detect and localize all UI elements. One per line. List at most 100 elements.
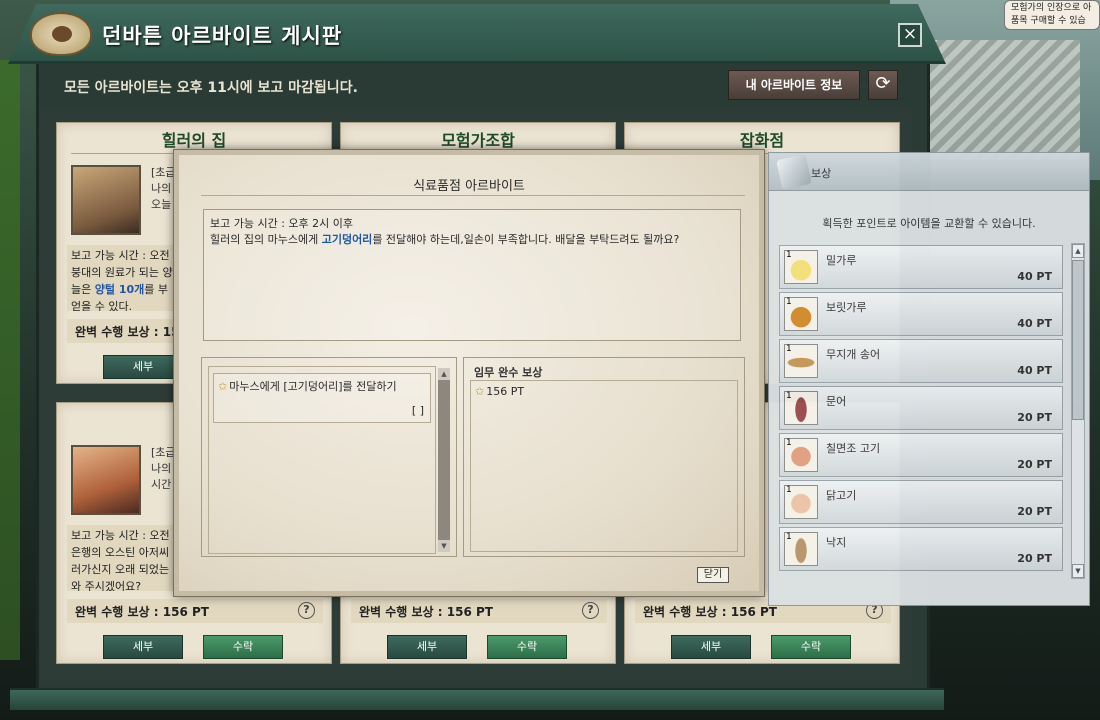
task-text: 마누스에게 [고기덩어리]를 전달하기 — [229, 380, 397, 393]
item-price: 40 PT — [1017, 364, 1052, 377]
item-name: 보릿가루 — [826, 301, 867, 314]
shop-item-list: 1 밀가루 40 PT 1 보릿가루 40 PT 1 무지개 송어 40 PT … — [779, 245, 1063, 575]
npc-speech-bubble: 모험가의 인장으로 아 품목 구매할 수 있습 — [1004, 0, 1100, 30]
shop-scrollbar[interactable]: ▲ ▼ — [1071, 243, 1085, 579]
description-text: 힐러의 집의 마누스에게 고기덩어리를 전달해야 하는데,일손이 부족합니다. … — [210, 232, 734, 248]
item-price: 40 PT — [1017, 270, 1052, 283]
item-price: 20 PT — [1017, 458, 1052, 471]
detail-highlight: 양털 10개 — [94, 283, 145, 296]
accept-button[interactable]: 수락 — [487, 635, 567, 659]
barley-sack-icon: 1 — [784, 297, 818, 331]
rainbow-trout-icon: 1 — [784, 344, 818, 378]
item-name: 낙지 — [826, 536, 847, 549]
report-time: 보고 가능 시간 : 오후 2시 이후 — [210, 217, 354, 230]
job-card-title: 모험가조합 — [441, 131, 515, 150]
board-close-button[interactable]: × — [898, 23, 922, 47]
board-title: 던바튼 아르바이트 게시판 — [102, 24, 343, 48]
dialog-close-button[interactable]: 닫기 — [697, 567, 729, 583]
item-quantity: 1 — [786, 391, 792, 401]
npc-portrait — [71, 445, 141, 515]
accept-button[interactable]: 수락 — [771, 635, 851, 659]
npc-portrait — [71, 165, 141, 235]
reward-list: ✩ 156 PT — [470, 380, 738, 552]
item-name: 문어 — [826, 395, 847, 408]
flour-sack-icon: 1 — [784, 250, 818, 284]
detail-button[interactable]: 세부 — [387, 635, 467, 659]
board-notice: 모든 아르바이트는 오후 11시에 보고 마감됩니다. — [64, 80, 358, 96]
item-price: 40 PT — [1017, 317, 1052, 330]
reward-label: 임무 완수 보상 — [474, 366, 543, 379]
refresh-icon[interactable]: ⟳ — [868, 70, 898, 100]
dialog-title: 식료품점 아르바이트 — [413, 179, 525, 194]
item-quantity: 1 — [786, 344, 792, 354]
reward-shop-panel: 보상 획득한 포인트로 아이템을 교환할 수 있습니다. 1 밀가루 40 PT… — [768, 152, 1090, 606]
shop-item[interactable]: 1 닭고기 20 PT — [779, 480, 1063, 524]
scroll-up-icon[interactable]: ▲ — [1072, 244, 1084, 258]
detail-text: 늘은 — [71, 283, 95, 296]
chicken-meat-icon: 1 — [784, 485, 818, 519]
shop-title: 보상 — [811, 167, 832, 180]
item-quantity: 1 — [786, 297, 792, 307]
detail-button[interactable]: 세부 — [103, 355, 183, 379]
small-octopus-icon: 1 — [784, 532, 818, 566]
reward-text: 완벽 수행 보상 : 156 PT — [75, 605, 209, 619]
item-quantity: 1 — [786, 532, 792, 542]
shop-item[interactable]: 1 무지개 송어 40 PT — [779, 339, 1063, 383]
job-description: 보고 가능 시간 : 오후 2시 이후 힐러의 집의 마누스에게 고기덩어리를 … — [203, 209, 741, 341]
scroll-thumb[interactable] — [1072, 260, 1084, 420]
reward-text: 완벽 수행 보상 : 156 PT — [359, 605, 493, 619]
board-footer — [10, 688, 944, 710]
item-price: 20 PT — [1017, 505, 1052, 518]
item-quantity: 1 — [786, 250, 792, 260]
shop-item[interactable]: 1 보릿가루 40 PT — [779, 292, 1063, 336]
desc-text: 를 전달해야 하는데,일손이 부족합니다. 배달을 부탁드려도 될까요? — [372, 233, 680, 246]
grass-strip — [0, 60, 20, 660]
detail-button[interactable]: 세부 — [103, 635, 183, 659]
job-card-reward: 완벽 수행 보상 : 156 PT ? — [67, 599, 323, 623]
star-icon: ✩ — [475, 385, 485, 398]
accept-button[interactable]: 수락 — [203, 635, 283, 659]
my-job-info-button[interactable]: 내 아르바이트 정보 — [728, 70, 860, 100]
task-item: ✩ 마누스에게 [고기덩어리]를 전달하기 [ ] — [213, 373, 431, 423]
turkey-meat-icon: 1 — [784, 438, 818, 472]
reward-points: 156 PT — [486, 385, 525, 398]
task-progress: [ ] — [411, 404, 424, 417]
star-icon: ✩ — [218, 380, 228, 393]
help-icon[interactable]: ? — [298, 602, 315, 619]
board-emblem-icon — [30, 12, 92, 56]
shop-item[interactable]: 1 칠면조 고기 20 PT — [779, 433, 1063, 477]
item-quantity: 1 — [786, 438, 792, 448]
scroll-down-icon[interactable]: ▼ — [1072, 564, 1084, 578]
divider — [201, 195, 745, 196]
shop-item[interactable]: 1 문어 20 PT — [779, 386, 1063, 430]
stone-stairs — [930, 40, 1080, 160]
shop-item[interactable]: 1 밀가루 40 PT — [779, 245, 1063, 289]
task-list: ✩ 마누스에게 [고기덩어리]를 전달하기 [ ] — [208, 366, 436, 554]
reward-text: 완벽 수행 보상 : 156 PT — [643, 605, 777, 619]
task-panel: ✩ 마누스에게 [고기덩어리]를 전달하기 [ ] — [201, 357, 457, 557]
shop-description: 획득한 포인트로 아이템을 교환할 수 있습니다. — [822, 217, 1036, 230]
detail-text: 를 부 — [144, 283, 168, 296]
desc-highlight: 고기덩어리 — [321, 233, 373, 246]
shop-item[interactable]: 1 낙지 20 PT — [779, 527, 1063, 571]
help-icon[interactable]: ? — [582, 602, 599, 619]
job-card-title: 힐러의 집 — [161, 131, 227, 150]
item-quantity: 1 — [786, 485, 792, 495]
octopus-icon: 1 — [784, 391, 818, 425]
reward-value: ✩ 156 PT — [475, 385, 524, 398]
scroll-icon — [776, 154, 812, 190]
job-card-title: 잡화점 — [739, 131, 785, 150]
item-price: 20 PT — [1017, 552, 1052, 565]
item-name: 무지개 송어 — [826, 348, 881, 361]
detail-button[interactable]: 세부 — [671, 635, 751, 659]
shop-header: 보상 — [769, 153, 1089, 191]
item-price: 20 PT — [1017, 411, 1052, 424]
item-name: 닭고기 — [826, 489, 857, 502]
item-name: 밀가루 — [826, 254, 857, 267]
reward-panel: 임무 완수 보상 ✩ 156 PT — [463, 357, 745, 557]
item-name: 칠면조 고기 — [826, 442, 881, 455]
desc-text: 힐러의 집의 마누스에게 — [210, 233, 322, 246]
task-scrollbar[interactable] — [438, 368, 450, 552]
job-card-reward: 완벽 수행 보상 : 156 PT ? — [351, 599, 607, 623]
job-detail-dialog: 식료품점 아르바이트 보고 가능 시간 : 오후 2시 이후 힐러의 집의 마누… — [173, 149, 765, 597]
